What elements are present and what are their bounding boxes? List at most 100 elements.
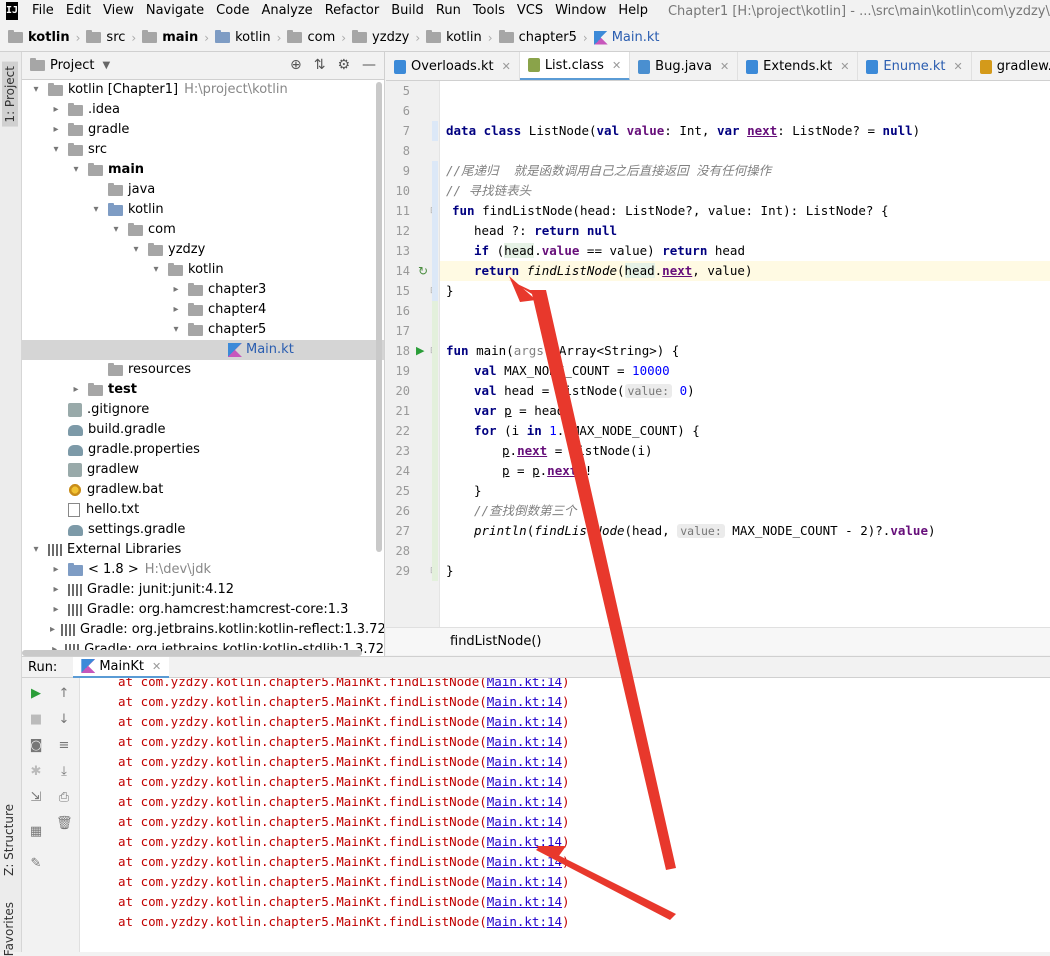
editor-tab[interactable]: Extends.kt ✕ [738,52,859,80]
down-arrow-icon[interactable]: ↓ [56,712,72,728]
tree-item[interactable]: gradlew [22,460,384,480]
chevron-right-icon[interactable]: ▸ [50,620,55,640]
menu-view[interactable]: View [97,0,140,22]
tree-item[interactable]: ▾ src [22,140,384,160]
menu-navigate[interactable]: Navigate [140,0,210,22]
tree-item[interactable]: settings.gradle [22,520,384,540]
menu-analyze[interactable]: Analyze [255,0,318,22]
source-link[interactable]: Main.kt:14 [487,894,562,909]
collapse-all-icon[interactable]: ⇅ [314,57,326,73]
scroll-to-end-icon[interactable]: ⤓ [56,764,72,780]
chevron-right-icon[interactable]: ▸ [50,600,62,620]
source-link[interactable]: Main.kt:14 [487,854,562,869]
chevron-right-icon[interactable]: ▸ [50,100,62,120]
tree-item[interactable]: ▾ kotlin [Chapter1] H:\project\kotlin [22,80,384,100]
close-icon[interactable]: ✕ [720,60,729,73]
chevron-down-icon[interactable]: ▾ [70,160,82,180]
menu-build[interactable]: Build [385,0,430,22]
crumb-main-kt[interactable]: Main.kt [593,24,660,51]
menu-code[interactable]: Code [210,0,255,22]
tree-item[interactable]: resources [22,360,384,380]
soft-wrap-icon[interactable]: ≡ [56,738,72,754]
crumb-yzdzy[interactable]: yzdzy › [352,24,426,51]
breadcrumb-function[interactable]: findListNode() [450,634,541,649]
crumb-main[interactable]: main › [142,24,215,51]
tree-item[interactable]: Main.kt [22,340,384,360]
menu-file[interactable]: File [26,0,60,22]
chevron-down-icon[interactable]: ▾ [30,80,42,100]
chevron-right-icon[interactable]: ▸ [50,580,62,600]
tree-item[interactable]: java [22,180,384,200]
editor-tab[interactable]: Enume.kt ✕ [858,52,972,80]
menu-edit[interactable]: Edit [60,0,97,22]
close-icon[interactable]: ✕ [954,60,963,73]
source-link[interactable]: Main.kt:14 [487,914,562,929]
editor-tab[interactable]: List.class ✕ [519,52,631,80]
menu-tools[interactable]: Tools [467,0,511,22]
print-icon[interactable]: ⎙ [56,790,72,806]
tree-item[interactable]: ▾ kotlin [22,260,384,280]
code-area[interactable]: data class ListNode(val value: Int, var … [432,81,1050,627]
console-output[interactable]: at com.yzdzy.kotlin.chapter5.MainKt.find… [80,678,1050,952]
source-link[interactable]: Main.kt:14 [487,714,562,729]
project-panel-title[interactable]: Project [50,58,94,73]
tree-item[interactable]: build.gradle [22,420,384,440]
run-tab-mainkt[interactable]: MainKt ✕ [73,656,170,678]
up-arrow-icon[interactable]: ↑ [56,686,72,702]
tree-item[interactable]: ▾ yzdzy [22,240,384,260]
close-icon[interactable]: ✕ [840,60,849,73]
crumb-chapter5[interactable]: chapter5 › [498,24,594,51]
tree-item[interactable]: ▸ chapter4 [22,300,384,320]
close-icon[interactable]: ✕ [612,59,621,72]
camera-icon[interactable]: ◙ [28,738,44,754]
crumb-kotlin-root[interactable]: kotlin › [8,24,86,51]
chevron-right-icon[interactable]: ▸ [50,120,62,140]
chevron-right-icon[interactable]: ▸ [70,380,82,400]
menu-refactor[interactable]: Refactor [319,0,386,22]
tree-item[interactable]: gradle.properties [22,440,384,460]
tree-item[interactable]: ▸ .idea [22,100,384,120]
recursion-icon[interactable]: ↻ [418,261,428,281]
crumb-kotlin-src[interactable]: kotlin › [215,24,287,51]
source-link[interactable]: Main.kt:14 [487,774,562,789]
project-tool-tab[interactable]: 1: Project [2,62,18,127]
run-gutter-icon[interactable]: ▶ [416,341,424,361]
gear-icon[interactable]: ⚙ [337,57,350,73]
tree-item[interactable]: ▸ Gradle: org.jetbrains.kotlin:kotlin-ref… [22,620,384,640]
menu-run[interactable]: Run [430,0,467,22]
code-editor[interactable]: 5 6 7 8 9 10 11 12 13 14 15 16 17 18 19 20 21 22 23 24 25 26 2… [386,81,1050,627]
close-icon[interactable]: ✕ [502,60,511,73]
tree-item[interactable]: hello.txt [22,500,384,520]
locate-file-icon[interactable]: ⊕ [290,57,302,73]
source-link[interactable]: Main.kt:14 [487,794,562,809]
tree-item[interactable]: ▸ gradle [22,120,384,140]
source-link[interactable]: Main.kt:14 [487,814,562,829]
chevron-down-icon[interactable]: ▾ [50,140,62,160]
crumb-com[interactable]: com › [287,24,352,51]
tree-item[interactable]: ▸ Gradle: org.hamcrest:hamcrest-core:1.3 [22,600,384,620]
structure-tool-tab[interactable]: Z: Structure [2,804,16,876]
login-icon[interactable]: ⇲ [28,790,44,806]
source-link[interactable]: Main.kt:14 [487,754,562,769]
layout-icon[interactable]: ▦ [28,824,44,840]
trash-icon[interactable]: 🗑 [56,816,73,832]
chevron-right-icon[interactable]: ▸ [50,560,62,580]
chevron-down-icon[interactable]: ▾ [90,200,102,220]
tree-item[interactable]: ▾ External Libraries [22,540,384,560]
favorites-tool-tab[interactable]: Favorites [2,902,16,956]
editor-tab[interactable]: gradlew.bat✕ [972,52,1050,80]
menu-window[interactable]: Window [549,0,612,22]
settings-icon[interactable]: ✱ [28,764,44,780]
chevron-down-icon[interactable]: ▾ [30,540,42,560]
source-link[interactable]: Main.kt:14 [487,834,562,849]
chevron-down-icon[interactable]: ▾ [150,260,162,280]
editor-tab[interactable]: Overloads.kt ✕ [386,52,520,80]
chevron-right-icon[interactable]: ▸ [170,300,182,320]
chevron-down-icon[interactable]: ▼ [102,60,110,71]
close-icon[interactable]: ✕ [152,660,161,673]
chevron-down-icon[interactable]: ▾ [130,240,142,260]
tree-item[interactable]: gradlew.bat [22,480,384,500]
tree-item[interactable]: ▾ chapter5 [22,320,384,340]
tree-item[interactable]: .gitignore [22,400,384,420]
source-link[interactable]: Main.kt:14 [487,678,562,689]
